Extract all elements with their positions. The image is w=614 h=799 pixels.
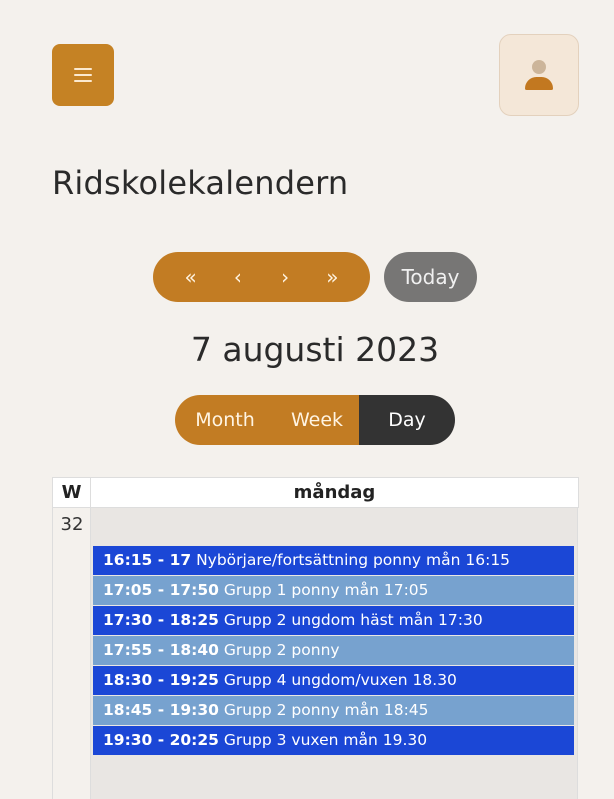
calendar-grid: W måndag 32 16:15 - 17 Nybörjare/fortsät… xyxy=(52,477,579,799)
calendar-event[interactable]: 16:15 - 17 Nybörjare/fortsättning ponny … xyxy=(93,546,574,576)
today-button[interactable]: Today xyxy=(384,252,477,302)
page-title: Ridskolekalendern xyxy=(52,164,349,202)
calendar-event[interactable]: 17:55 - 18:40 Grupp 2 ponny xyxy=(93,636,574,666)
prev-button[interactable]: ‹ xyxy=(223,265,253,289)
week-number[interactable]: 32 xyxy=(53,508,91,542)
last-button[interactable]: » xyxy=(317,265,347,289)
event-time: 18:30 - 19:25 xyxy=(103,671,219,689)
user-icon xyxy=(525,60,553,90)
week-column-header: W xyxy=(53,478,91,508)
event-title: Nybörjare/fortsättning ponny mån 16:15 xyxy=(191,551,511,569)
calendar-event[interactable]: 18:45 - 19:30 Grupp 2 ponny mån 18:45 xyxy=(93,696,574,726)
event-title: Grupp 2 ponny mån 18:45 xyxy=(218,701,429,719)
current-date: 7 augusti 2023 xyxy=(190,330,440,369)
first-button[interactable]: « xyxy=(176,265,206,289)
event-time: 17:55 - 18:40 xyxy=(103,641,219,659)
calendar-nav-group: « ‹ › » xyxy=(153,252,370,302)
calendar-event[interactable]: 17:05 - 17:50 Grupp 1 ponny mån 17:05 xyxy=(93,576,574,606)
event-time: 16:15 - 17 xyxy=(103,551,192,569)
event-time: 19:30 - 20:25 xyxy=(103,731,219,749)
next-button[interactable]: › xyxy=(270,265,300,289)
event-list: 16:15 - 17 Nybörjare/fortsättning ponny … xyxy=(93,546,574,756)
day-column-header: måndag xyxy=(91,478,579,508)
event-time: 17:05 - 17:50 xyxy=(103,581,219,599)
event-title: Grupp 2 ungdom häst mån 17:30 xyxy=(218,611,483,629)
user-button[interactable] xyxy=(499,34,579,116)
event-title: Grupp 2 ponny xyxy=(218,641,340,659)
calendar-event[interactable]: 18:30 - 19:25 Grupp 4 ungdom/vuxen 18.30 xyxy=(93,666,574,696)
week-column: 32 xyxy=(53,508,91,799)
view-switcher: Month Week Day xyxy=(175,395,455,445)
event-title: Grupp 4 ungdom/vuxen 18.30 xyxy=(218,671,457,689)
month-view-button[interactable]: Month xyxy=(175,395,275,445)
day-column[interactable]: 16:15 - 17 Nybörjare/fortsättning ponny … xyxy=(91,508,578,799)
calendar-header: W måndag xyxy=(53,477,579,508)
calendar-event[interactable]: 17:30 - 18:25 Grupp 2 ungdom häst mån 17… xyxy=(93,606,574,636)
week-view-button[interactable]: Week xyxy=(275,395,359,445)
event-title: Grupp 1 ponny mån 17:05 xyxy=(218,581,429,599)
hamburger-icon xyxy=(74,68,92,82)
event-time: 17:30 - 18:25 xyxy=(103,611,219,629)
event-time: 18:45 - 19:30 xyxy=(103,701,219,719)
calendar-event[interactable]: 19:30 - 20:25 Grupp 3 vuxen mån 19.30 xyxy=(93,726,574,756)
day-view-button[interactable]: Day xyxy=(359,395,455,445)
menu-button[interactable] xyxy=(52,44,114,106)
event-title: Grupp 3 vuxen mån 19.30 xyxy=(218,731,428,749)
